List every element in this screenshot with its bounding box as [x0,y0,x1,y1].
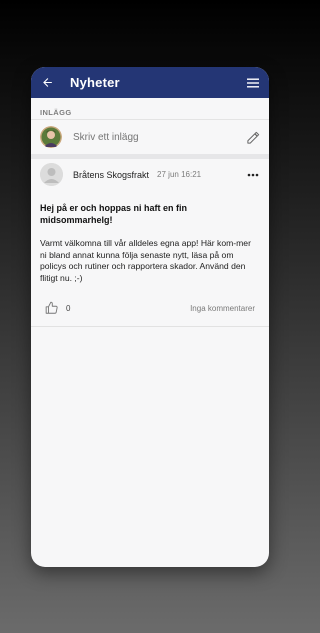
comments-link[interactable]: Inga kommentarer [190,304,255,313]
more-options-button[interactable] [245,169,261,181]
post-footer: 0 Inga kommentarer [31,290,269,326]
post-body: Varmt välkomna till vår alldeles egna ap… [40,238,251,283]
author-avatar [40,163,63,186]
post-input[interactable] [73,128,245,146]
hamburger-menu-icon [247,78,259,87]
post-author[interactable]: Bråtens Skogsfrakt [73,170,149,180]
arrow-left-icon [42,78,52,87]
app-screen: Nyheter INLÄGG Skriv ett inlägg Bråtens … [31,67,269,567]
post-timestamp: 27 jun 16:21 [157,170,202,179]
compose-row [31,119,269,154]
pencil-icon [246,131,259,144]
back-button[interactable] [39,75,55,91]
more-horizontal-icon [247,173,259,176]
post-title: Hej på er och hoppas ni haft en fin mids… [40,203,188,225]
page-title: Nyheter [70,75,120,90]
app-bar: Nyheter [31,67,269,98]
thumbs-up-icon [45,301,58,314]
section-label: INLÄGG [40,108,72,117]
menu-button[interactable] [246,76,260,90]
edit-button[interactable] [245,129,261,145]
post-card: Bråtens Skogsfrakt 27 jun 16:21 Hej på e… [31,159,269,327]
post-header: Bråtens Skogsfrakt 27 jun 16:21 [31,159,269,190]
user-avatar [40,126,62,148]
like-count: 0 [66,303,71,313]
like-button[interactable] [44,301,59,316]
